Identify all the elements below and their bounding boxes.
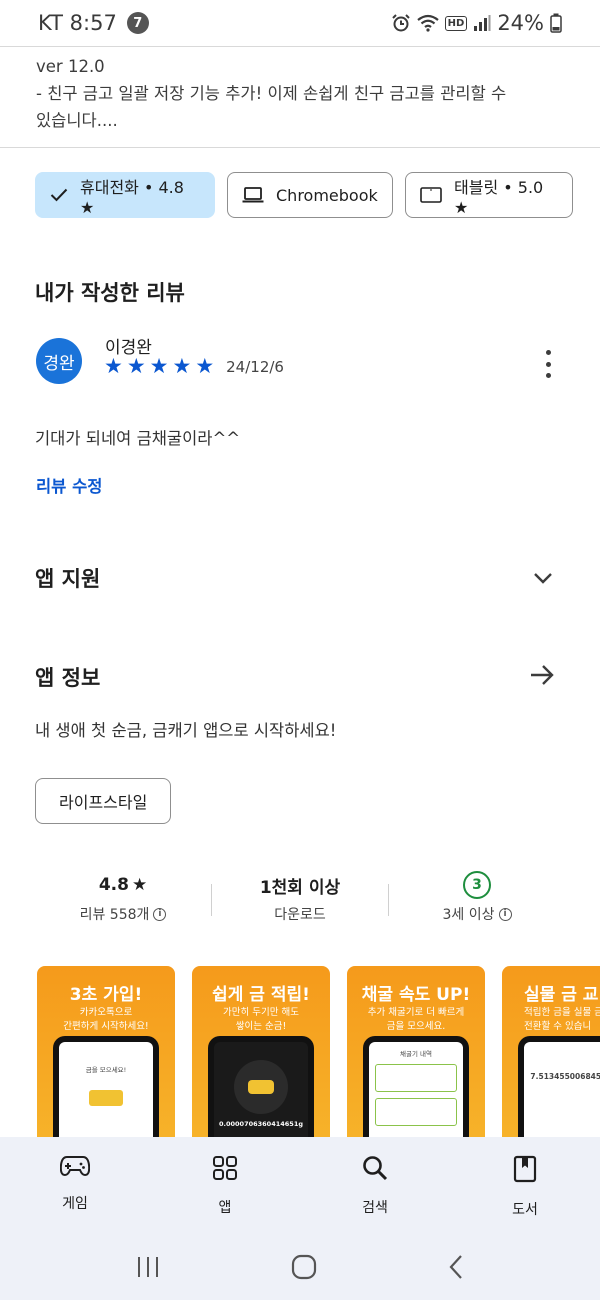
release-notes: ver 12.0 - 친구 금고 일괄 저장 기능 추가! 이제 손쉽게 친구 … [0,46,600,148]
star-icon: ★ [195,354,215,378]
phone-mockup: 0.0000706360414651g [208,1036,314,1138]
alarm-icon [391,13,411,33]
recent-apps-icon[interactable] [136,1255,160,1283]
arrow-right-icon [529,664,555,690]
star-icon: ★ [172,354,192,378]
review-date: 24/12/6 [226,357,284,376]
star-icon: ★ [149,354,169,378]
phone-mockup: 채굴기 내역 [363,1036,469,1138]
screenshot-headline: 쉽게 금 적립! [212,985,310,1005]
screenshot-card[interactable]: 실물 금 교 적립한 금을 실물 금 전환할 수 있습니 7.513455006… [502,966,600,1138]
downloads-value: 1천회 이상 [259,877,341,898]
star-icon: ★ [104,354,123,378]
release-note-line: - 친구 금고 일괄 저장 기능 추가! 이제 손쉽게 친구 금고를 관리할 수 [36,84,507,103]
bottom-navigation: 게임 앱 검색 도서 [0,1137,600,1237]
system-navigation-bar [0,1237,600,1300]
screenshot-headline: 채굴 속도 UP! [361,985,471,1005]
category-chip[interactable]: 라이프스타일 [35,778,172,824]
check-icon [50,188,68,202]
downloads-label: 다운로드 [274,907,326,923]
status-bar: KT 8:57 7 HD 24% [0,0,600,46]
star-icon: ★ [131,875,148,895]
app-stats: 4.8 ★ 리뷰 558개 i 1천회 이상 다운로드 3 3세 이상 i [35,870,565,932]
notification-count-badge: 7 [126,12,149,34]
my-review-heading: 내가 작성한 리뷰 [35,281,185,305]
age-rating-stat[interactable]: 3 3세 이상 i [389,870,565,932]
screenshot-subtext: 카카오톡으로 간편하게 시작하세요! [63,1007,149,1032]
version-text: ver 12.0 [36,57,105,76]
edit-review-link[interactable]: 리뷰 수정 [36,473,102,497]
wifi-icon [416,14,439,32]
gold-bar-icon [89,1090,123,1106]
chip-label: Chromebook [276,185,378,205]
nav-games[interactable]: 게임 [0,1137,150,1237]
hd-badge: HD [444,15,468,31]
nav-books[interactable]: 도서 [450,1137,600,1237]
rating-value: 4.8 [98,875,129,895]
book-icon [513,1155,537,1187]
carrier-time: KT 8:57 [38,11,117,35]
chip-label: 휴대전화 • 4.8 ★ [80,177,184,217]
phone-mockup: 7.51345500684546 [518,1036,600,1138]
nav-label: 검색 [362,1200,388,1216]
chip-tablet[interactable]: 태블릿 • 5.0 ★ [405,172,573,218]
chip-label: 태블릿 • 5.0 ★ [454,177,544,217]
gamepad-icon [59,1155,91,1181]
app-support-row[interactable]: 앱 지원 [35,563,565,593]
info-icon: i [153,907,167,921]
app-description: 내 생애 첫 순금, 금캐기 앱으로 시작하세요! [35,721,337,740]
rating-stat[interactable]: 4.8 ★ 리뷰 558개 i [35,870,211,932]
screenshot-card[interactable]: 3초 가입! 카카오톡으로 간편하게 시작하세요! 금을 모으세요! [37,966,175,1138]
list-item [375,1064,457,1092]
nav-search[interactable]: 검색 [300,1137,450,1237]
age-rating-label: 3세 이상 [442,907,495,923]
app-info-heading: 앱 정보 [35,666,101,690]
age-rating-badge: 3 [463,871,491,899]
nav-label: 도서 [512,1202,538,1218]
screen-text: 7.51345500684546 [530,1072,600,1081]
phone-mockup: 금을 모으세요! [53,1036,159,1138]
star-icon: ★ [126,354,146,378]
apps-grid-icon [212,1155,238,1185]
search-icon [362,1155,388,1185]
screenshot-carousel[interactable]: 3초 가입! 카카오톡으로 간편하게 시작하세요! 금을 모으세요! 쉽게 금 … [37,966,600,1138]
app-info-row[interactable]: 앱 정보 [35,662,565,692]
screenshot-subtext: 적립한 금을 실물 금 전환할 수 있습니 [524,1007,600,1032]
screenshot-headline: 3초 가입! [69,985,143,1005]
review-text: 기대가 되네여 금채굴이라^^ [35,429,241,448]
screenshot-subtext: 추가 채굴기로 더 빠르게 금을 모으세요. [367,1007,465,1032]
chevron-down-icon [533,569,553,588]
nav-label: 게임 [62,1196,88,1212]
rating-count: 리뷰 558개 [79,907,150,923]
info-icon: i [498,907,512,921]
screen-text: 0.0000706360414651g [218,1120,303,1128]
signal-icon [473,14,491,32]
back-icon[interactable] [448,1254,464,1284]
review-rating: ★ ★ ★ ★ ★ 24/12/6 [104,356,284,377]
chip-phone[interactable]: 휴대전화 • 4.8 ★ [35,172,215,218]
nav-label: 앱 [218,1200,232,1216]
downloads-stat: 1천회 이상 다운로드 [212,870,388,932]
chip-chromebook[interactable]: Chromebook [227,172,393,218]
avatar: 경완 [36,338,82,384]
gold-pile-icon [234,1060,288,1114]
screen-text: 금을 모으세요! [85,1066,127,1074]
screenshot-subtext: 가만히 두기만 해도 쌓이는 순금! [223,1007,299,1032]
app-support-heading: 앱 지원 [35,567,101,591]
battery-percent: 24% [497,11,544,35]
nav-apps[interactable]: 앱 [150,1137,300,1237]
screenshot-headline: 실물 금 교 [524,985,599,1005]
device-filter-chips: 휴대전화 • 4.8 ★ Chromebook 태블릿 • 5.0 ★ [35,172,573,218]
battery-icon [550,13,562,33]
release-note-line: 있습니다.... [36,111,118,130]
list-item [375,1098,457,1126]
screenshot-card[interactable]: 쉽게 금 적립! 가만히 두기만 해도 쌓이는 순금! 0.0000706360… [192,966,330,1138]
screen-text: 채굴기 내역 [400,1050,432,1058]
tablet-icon [420,187,442,203]
screenshot-card[interactable]: 채굴 속도 UP! 추가 채굴기로 더 빠르게 금을 모으세요. 채굴기 내역 [347,966,485,1138]
home-icon[interactable] [291,1254,317,1284]
laptop-icon [242,187,264,203]
more-options-icon[interactable] [538,350,558,378]
